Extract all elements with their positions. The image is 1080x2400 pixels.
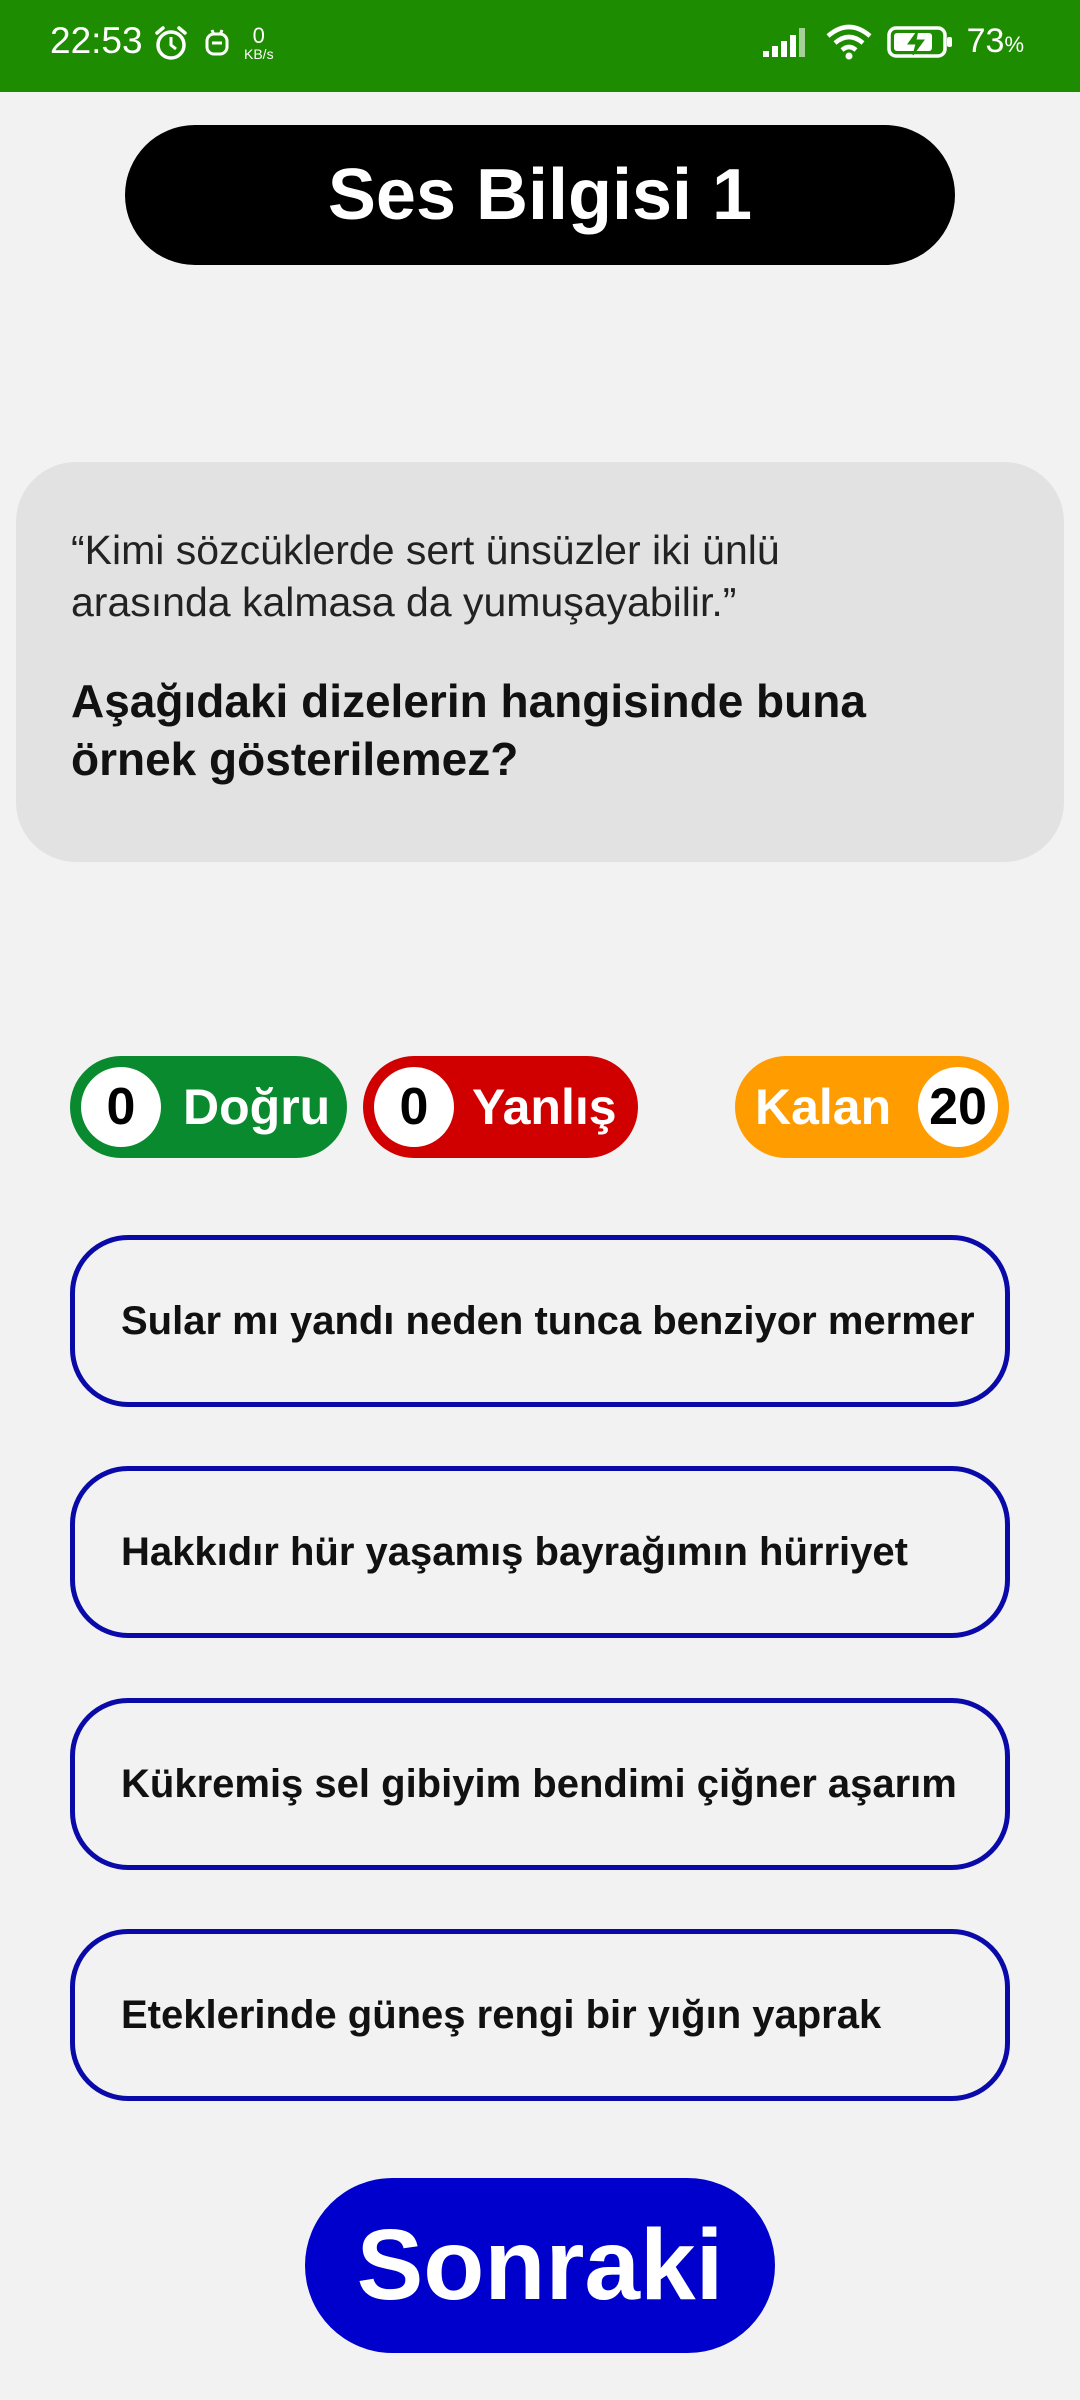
net-speed-value: 0: [252, 23, 265, 48]
answer-option-text: Sular mı yandı neden tunca benziyor merm…: [121, 1298, 975, 1343]
quiz-title: Ses Bilgisi 1: [125, 125, 955, 265]
question-quote-line-1: “Kimi sözcüklerde sert ünsüzler iki ünlü: [71, 527, 780, 573]
next-button[interactable]: Sonraki: [305, 2178, 775, 2353]
question-quote: “Kimi sözcüklerde sert ünsüzler iki ünlü…: [71, 524, 1008, 628]
answer-option-b[interactable]: Hakkıdır hür yaşamış bayrağımın hürriyet: [70, 1466, 1010, 1638]
wrong-score-badge: 0 Yanlış: [363, 1056, 638, 1158]
correct-label: Doğru: [183, 1079, 331, 1135]
answer-option-text: Kükremiş sel gibiyim bendimi çiğner aşar…: [121, 1761, 957, 1806]
status-right-icons: 73%: [761, 22, 1024, 61]
answer-option-text: Hakkıdır hür yaşamış bayrağımın hürriyet: [121, 1529, 908, 1574]
battery-percent: 73%: [966, 22, 1024, 60]
remaining-label: Kalan: [755, 1079, 892, 1135]
question-prompt-line-1: Aşağıdaki dizelerin hangisinde buna: [71, 675, 866, 727]
correct-score-badge: 0 Doğru: [70, 1056, 347, 1158]
net-speed: 0 KB/s: [244, 23, 274, 62]
signal-icon: [762, 27, 805, 57]
notification-icon: [205, 29, 229, 56]
remaining-count: 20: [918, 1067, 998, 1147]
question-prompt-line-2: örnek gösterilemez?: [71, 733, 519, 785]
answer-option-c[interactable]: Kükremiş sel gibiyim bendimi çiğner aşar…: [70, 1698, 1010, 1870]
quiz-title-text: Ses Bilgisi 1: [327, 155, 753, 235]
question-quote-line-2: arasında kalmasa da yumuşayabilir.”: [71, 579, 737, 625]
remaining-badge: Kalan 20: [735, 1056, 1009, 1158]
battery-charging-icon: [886, 25, 952, 58]
wifi-icon: [826, 24, 872, 59]
answer-option-d[interactable]: Eteklerinde güneş rengi bir yığın yaprak: [70, 1929, 1010, 2101]
question-prompt: Aşağıdaki dizelerin hangisinde buna örne…: [71, 672, 1008, 788]
status-left-icons: 0 KB/s: [152, 24, 274, 62]
status-bar: 22:53 0 KB/s 73%: [0, 0, 1080, 92]
question-card: “Kimi sözcüklerde sert ünsüzler iki ünlü…: [16, 462, 1064, 862]
alarm-icon: [155, 26, 187, 60]
answer-option-a[interactable]: Sular mı yandı neden tunca benziyor merm…: [70, 1235, 1010, 1407]
net-speed-unit: KB/s: [244, 46, 274, 62]
wrong-label: Yanlış: [472, 1079, 617, 1135]
answer-option-text: Eteklerinde güneş rengi bir yığın yaprak: [121, 1992, 882, 2037]
next-button-label: Sonraki: [356, 2209, 724, 2321]
wrong-count: 0: [374, 1067, 454, 1147]
status-time: 22:53: [50, 20, 143, 61]
correct-count: 0: [81, 1067, 161, 1147]
